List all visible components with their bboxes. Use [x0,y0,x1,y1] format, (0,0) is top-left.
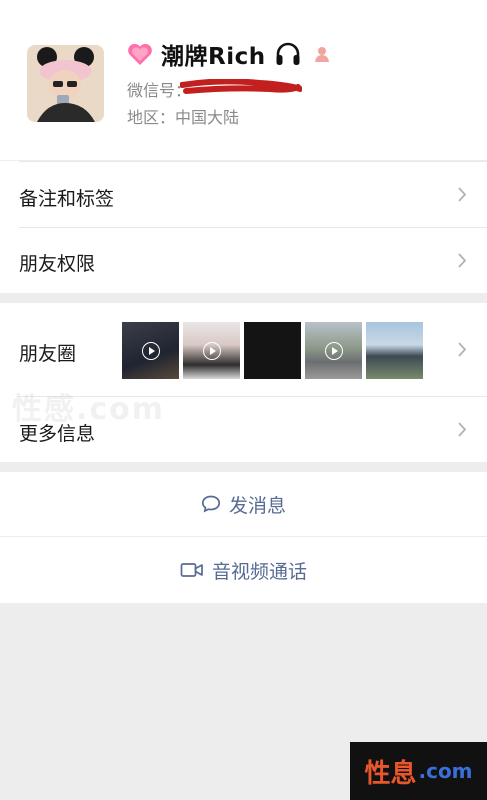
moments-thumbnail[interactable] [366,322,423,379]
brand-watermark: 性息 .com [350,742,487,800]
divider [19,161,487,162]
chevron-right-icon [458,253,467,268]
headphones-icon [276,42,300,65]
friend-permissions-label: 朋友权限 [19,253,96,275]
moments-thumbnail[interactable] [305,322,362,379]
chevron-right-icon [458,342,467,357]
remark-tags-label: 备注和标签 [19,188,115,210]
pink-heart-icon [128,43,152,65]
play-icon [324,341,343,360]
redaction-scribble [180,79,302,94]
divider [19,227,487,228]
avatar[interactable] [27,45,104,122]
remark-tags-row[interactable]: 备注和标签 [0,161,487,227]
friend-permissions-row[interactable]: 朋友权限 [0,227,487,293]
moments-label: 朋友圈 [19,343,77,365]
chat-bubble-icon [201,495,221,513]
play-icon [141,341,160,360]
brand-cn: 性息 [364,758,417,789]
video-camera-icon [180,563,203,577]
moments-thumbnail[interactable] [122,322,179,379]
send-message-button[interactable]: 发消息 [0,472,487,536]
profile-name: 潮牌Rich [161,44,266,70]
name-row: 潮牌Rich [127,37,331,71]
video-call-label: 音视频通话 [211,560,307,583]
moments-thumbnails [122,322,423,379]
brand-domain: .com [418,759,473,783]
moments-thumbnail[interactable] [244,322,301,379]
person-icon [314,47,329,62]
moments-row[interactable]: 朋友圈 [0,303,487,396]
send-message-label: 发消息 [228,494,286,517]
chevron-right-icon [458,187,467,202]
watermark-text: 性感.com [12,392,166,427]
moments-thumbnail[interactable] [183,322,240,379]
profile-header: 潮牌Rich 微信号： 地区：中国大陆 [0,0,487,160]
video-call-button[interactable]: 音视频通话 [0,537,487,603]
region: 地区：中国大陆 [127,108,240,127]
play-icon [202,341,221,360]
chevron-right-icon [458,422,467,437]
